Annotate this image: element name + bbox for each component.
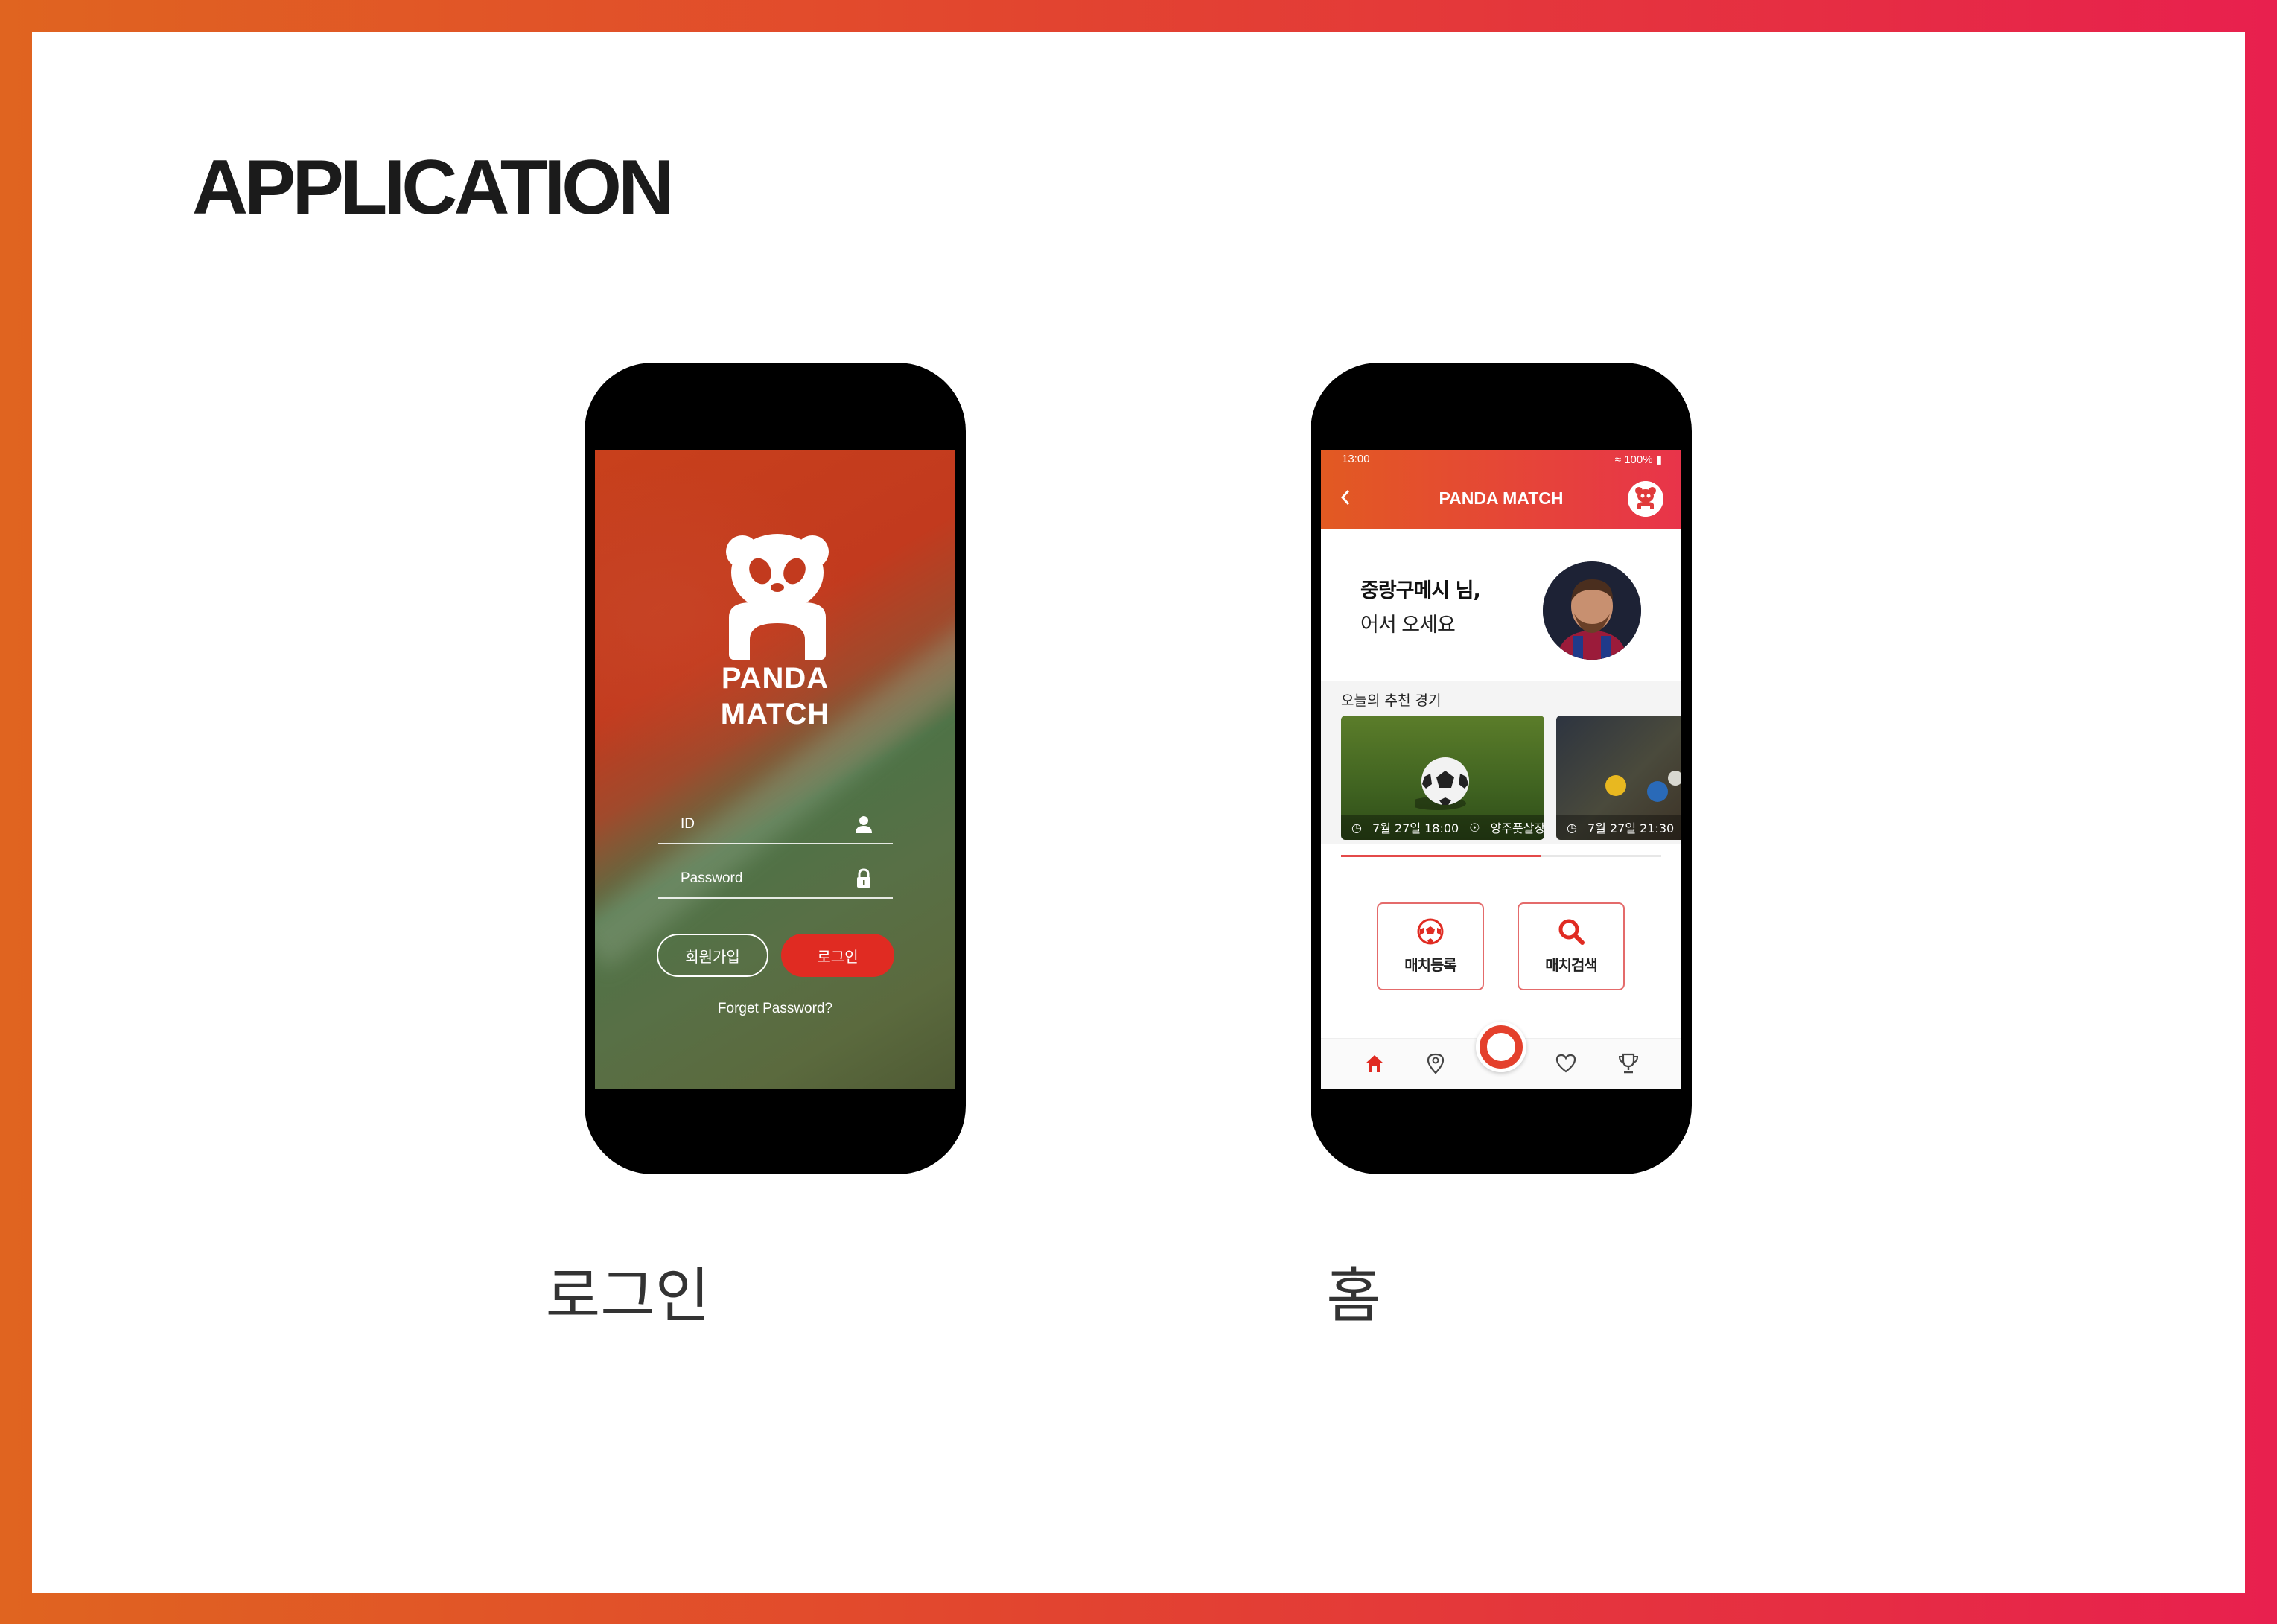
brand-line-1: PANDA	[721, 662, 829, 695]
billiard-balls-icon	[1605, 771, 1681, 802]
location-icon: ☉	[1469, 820, 1480, 835]
status-battery: ≈ 100% ▮	[1614, 453, 1662, 466]
caption-home: 홈	[1326, 1261, 1381, 1331]
search-icon	[1558, 919, 1585, 945]
match-card[interactable]: ◷ 7월 27일 18:00 ☉ 양주풋살장	[1341, 716, 1544, 840]
trophy-icon[interactable]	[1617, 1051, 1640, 1075]
lock-icon	[857, 868, 870, 888]
id-input[interactable]	[679, 812, 846, 837]
slide-sheet: APPLICATION PANDA MATCH ID 회원가입 로그인 Forg…	[32, 32, 2245, 1593]
password-field	[658, 862, 893, 899]
clock-icon: ◷	[1351, 820, 1362, 835]
status-time: 13:00	[1342, 453, 1370, 465]
top-bar: 13:00 ≈ 100% ▮ PANDA MATCH	[1321, 450, 1681, 529]
soccer-ball-icon	[1415, 757, 1469, 810]
match-register-button[interactable]: 매치등록	[1377, 902, 1484, 990]
forgot-password-link[interactable]: Forget Password?	[595, 1001, 955, 1017]
phone-mockup-home: 13:00 ≈ 100% ▮ PANDA MATCH 중랑구메시 님, 어서 오…	[1311, 363, 1692, 1174]
id-field	[658, 807, 893, 844]
match-search-button[interactable]: 매치검색	[1518, 902, 1625, 990]
panda-logo-icon	[726, 534, 829, 660]
home-icon[interactable]	[1363, 1051, 1386, 1075]
heart-icon[interactable]	[1554, 1051, 1578, 1075]
clock-icon: ◷	[1567, 820, 1577, 835]
password-input[interactable]	[679, 866, 846, 891]
match-search-label: 매치검색	[1545, 956, 1598, 974]
signup-button[interactable]: 회원가입	[657, 934, 768, 977]
greeting-subtitle: 어서 오세요	[1360, 614, 1456, 637]
recommended-section-title: 오늘의 추천 경기	[1341, 692, 1442, 709]
login-screen: PANDA MATCH 회원가입 로그인 Forget Password?	[595, 450, 955, 1089]
login-button[interactable]: 로그인	[781, 934, 894, 977]
home-screen: 13:00 ≈ 100% ▮ PANDA MATCH 중랑구메시 님, 어서 오…	[1321, 450, 1681, 1089]
battery-icon: ▮	[1655, 453, 1662, 466]
panda-profile-icon[interactable]	[1628, 481, 1663, 517]
carousel-scroll-thumb[interactable]	[1341, 855, 1541, 857]
caption-login: 로그인	[545, 1261, 710, 1331]
greeting-name: 중랑구메시 님,	[1360, 579, 1481, 602]
wifi-icon: ≈	[1614, 453, 1622, 466]
user-avatar[interactable]	[1543, 561, 1641, 660]
user-icon	[856, 816, 872, 833]
page-title: APPLICATION	[192, 144, 674, 231]
soccer-ball-icon	[1417, 918, 1444, 945]
match-register-label: 매치등록	[1404, 956, 1457, 974]
match-card[interactable]: ◷ 7월 27일 21:30 ☉	[1556, 716, 1681, 840]
center-action-button[interactable]	[1476, 1022, 1526, 1072]
phone-mockup-login: PANDA MATCH 회원가입 로그인 Forget Password?	[585, 363, 966, 1174]
match-card-info: ◷ 7월 27일 21:30 ☉	[1556, 815, 1681, 840]
match-card-info: ◷ 7월 27일 18:00 ☉ 양주풋살장	[1341, 815, 1544, 840]
brand-line-2: MATCH	[720, 698, 830, 730]
map-pin-icon[interactable]	[1424, 1051, 1448, 1075]
